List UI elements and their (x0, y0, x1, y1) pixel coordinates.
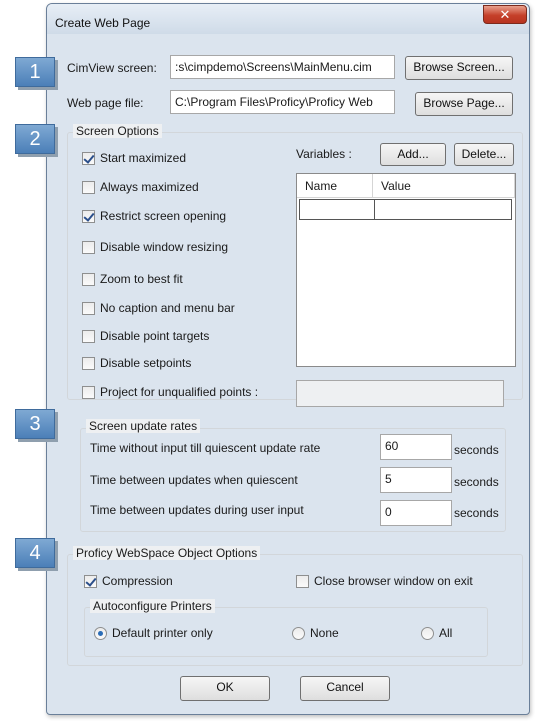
checkbox-label: Disable window resizing (100, 240, 229, 254)
checkbox-box (82, 180, 95, 194)
quiescent-rate-field[interactable]: 60 (380, 434, 452, 460)
checkbox-label: Project for unqualified points : (100, 385, 259, 399)
column-header-value[interactable]: Value (373, 174, 515, 198)
variable-name-cell[interactable] (299, 199, 375, 220)
quiescent-rate-label: Time without input till quiescent update… (90, 441, 321, 455)
radio-label: None (310, 626, 339, 640)
web-page-file-field[interactable]: C:\Program Files\Proficy\Proficy Web (170, 90, 395, 114)
disable-window-resizing-checkbox[interactable]: Disable window resizing (82, 240, 228, 254)
browse-screen-button[interactable]: Browse Screen... (405, 56, 513, 80)
no-caption-menu-bar-checkbox[interactable]: No caption and menu bar (82, 301, 235, 315)
radio-label: All (439, 626, 453, 640)
add-variable-button[interactable]: Add... (380, 143, 446, 166)
checkbox-box (82, 301, 95, 315)
step-badge-3: 3 (15, 409, 55, 439)
disable-setpoints-checkbox[interactable]: Disable setpoints (82, 356, 191, 370)
project-field[interactable] (296, 380, 504, 407)
webspace-options-title: Proficy WebSpace Object Options (73, 546, 261, 560)
seconds-unit-label: seconds (454, 506, 499, 520)
cancel-button[interactable]: Cancel (300, 676, 390, 701)
default-printer-radio[interactable]: Default printer only (94, 626, 213, 640)
all-printers-radio[interactable]: All (421, 626, 452, 640)
restrict-screen-opening-checkbox[interactable]: Restrict screen opening (82, 209, 226, 223)
delete-variable-button[interactable]: Delete... (454, 143, 514, 166)
ok-button[interactable]: OK (180, 676, 270, 701)
step-badge-4: 4 (15, 538, 55, 568)
checkbox-box (82, 209, 95, 223)
user-input-update-label: Time between updates during user input (90, 503, 304, 517)
always-maximized-checkbox[interactable]: Always maximized (82, 180, 199, 194)
checkbox-label: Disable setpoints (100, 356, 192, 370)
checkbox-label: Compression (102, 574, 173, 588)
seconds-unit-label: seconds (454, 475, 499, 489)
start-maximized-checkbox[interactable]: Start maximized (82, 151, 186, 165)
quiescent-update-field[interactable]: 5 (380, 467, 452, 493)
radio-dot (292, 626, 305, 640)
checkbox-label: Restrict screen opening (100, 209, 227, 223)
checkbox-box (296, 574, 309, 588)
cimview-screen-field[interactable]: :s\cimpdemo\Screens\MainMenu.cim (170, 55, 395, 79)
checkbox-box (82, 240, 95, 254)
autoconfigure-printers-title: Autoconfigure Printers (90, 599, 215, 613)
seconds-unit-label: seconds (454, 443, 499, 457)
variables-table[interactable]: Name Value (296, 173, 516, 367)
zoom-to-best-fit-checkbox[interactable]: Zoom to best fit (82, 272, 183, 286)
radio-dot (94, 626, 107, 640)
screen-update-rates-title: Screen update rates (86, 419, 201, 433)
checkbox-label: No caption and menu bar (100, 301, 235, 315)
close-browser-checkbox[interactable]: Close browser window on exit (296, 574, 473, 588)
browse-page-button[interactable]: Browse Page... (415, 92, 513, 116)
variable-value-cell[interactable] (374, 199, 512, 220)
web-page-file-label: Web page file: (67, 96, 144, 110)
checkbox-box (84, 574, 97, 588)
checkbox-label: Start maximized (100, 151, 187, 165)
dialog-title: Create Web Page (55, 16, 151, 30)
radio-label: Default printer only (112, 626, 213, 640)
close-icon: ✕ (499, 7, 511, 22)
checkbox-box (82, 385, 95, 399)
checkbox-label: Close browser window on exit (314, 574, 473, 588)
checkbox-box (82, 356, 95, 370)
project-unqualified-points-checkbox[interactable]: Project for unqualified points : (82, 385, 258, 399)
disable-point-targets-checkbox[interactable]: Disable point targets (82, 329, 209, 343)
checkbox-label: Always maximized (100, 180, 199, 194)
close-button[interactable]: ✕ (483, 5, 527, 24)
cimview-screen-label: CimView screen: (67, 61, 157, 75)
screen-options-title: Screen Options (73, 124, 162, 138)
column-header-name[interactable]: Name (297, 174, 373, 198)
checkbox-label: Zoom to best fit (100, 272, 183, 286)
variables-label: Variables : (296, 147, 352, 161)
checkbox-label: Disable point targets (100, 329, 210, 343)
user-input-update-field[interactable]: 0 (380, 500, 452, 526)
checkbox-box (82, 151, 95, 165)
step-badge-2: 2 (15, 124, 55, 154)
checkbox-box (82, 272, 95, 286)
step-badge-1: 1 (15, 57, 55, 87)
compression-checkbox[interactable]: Compression (84, 574, 173, 588)
checkbox-box (82, 329, 95, 343)
title-bar[interactable]: Create Web Page ✕ (47, 4, 529, 34)
radio-dot (421, 626, 434, 640)
none-printer-radio[interactable]: None (292, 626, 339, 640)
quiescent-update-label: Time between updates when quiescent (90, 473, 298, 487)
